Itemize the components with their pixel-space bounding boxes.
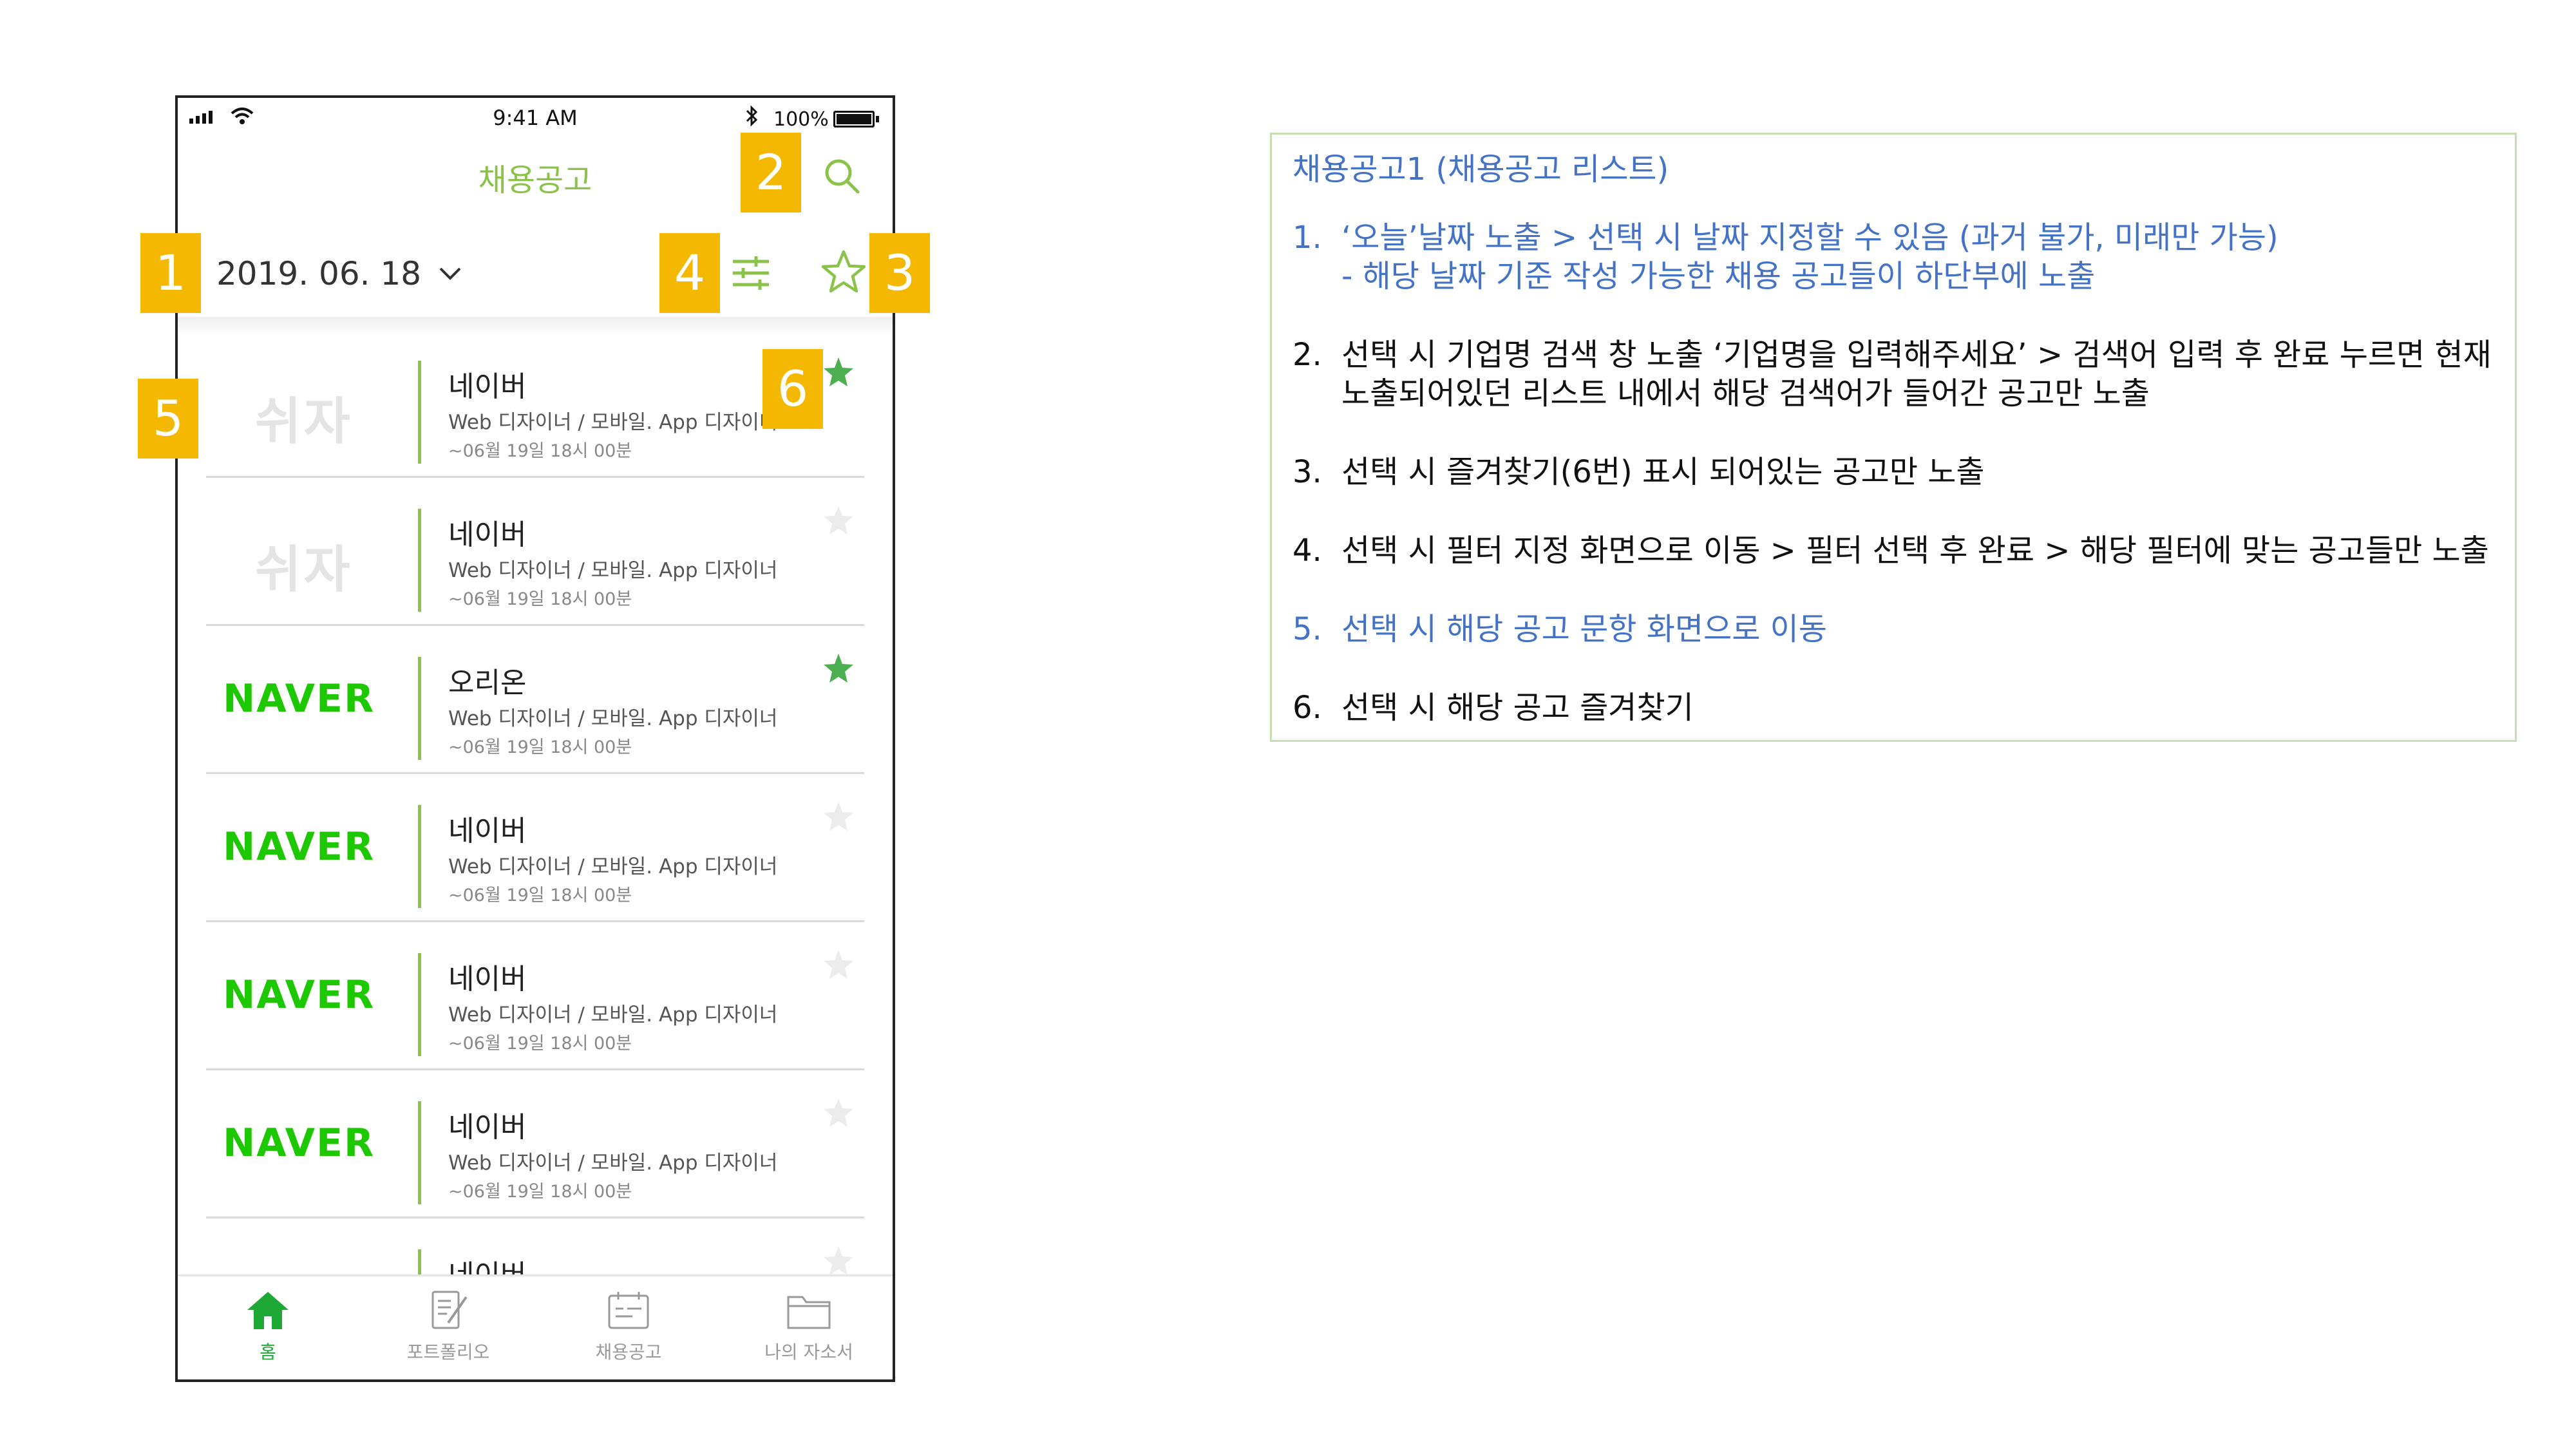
home-icon bbox=[247, 1292, 289, 1329]
item-line: 노출되어있던 리스트 내에서 해당 검색어가 들어간 공고만 노출 bbox=[1341, 375, 2150, 412]
company-name: 네이버 bbox=[448, 815, 527, 848]
item-number: 4. bbox=[1293, 533, 1322, 569]
job-row[interactable]: NAVER 오리온 Web 디자이너 / 모바일. App 디자이너 ~06월 … bbox=[178, 626, 893, 774]
filter-icon[interactable] bbox=[730, 252, 772, 294]
row-accent-bar bbox=[418, 805, 421, 908]
chevron-down-icon bbox=[439, 267, 461, 280]
job-position: Web 디자이너 / 모바일. App 디자이너 bbox=[448, 855, 778, 878]
star-empty-icon[interactable] bbox=[822, 1096, 855, 1130]
star-empty-icon[interactable] bbox=[822, 948, 855, 981]
item-line: - 해당 날짜 기준 작성 가능한 채용 공고들이 하단부에 노출 bbox=[1341, 258, 2096, 294]
job-deadline: ~06월 19일 18시 00분 bbox=[448, 1182, 632, 1202]
item-line: 선택 시 기업명 검색 창 노출 ‘기업명을 입력해주세요’ > 검색어 입력 … bbox=[1341, 337, 2492, 373]
job-row[interactable]: NAVER 네이버 Web 디자이너 / 모바일. App 디자이너 ~06월 … bbox=[178, 774, 893, 922]
callout-2: 2 bbox=[741, 133, 801, 213]
job-position: Web 디자이너 / 모바일. App 디자이너 bbox=[448, 411, 778, 434]
company-logo: 쉬자 bbox=[255, 393, 353, 451]
job-deadline: ~06월 19일 18시 00분 bbox=[448, 1034, 632, 1054]
date-picker[interactable]: 2019. 06. 18 bbox=[216, 251, 462, 296]
callout-6: 6 bbox=[762, 349, 823, 429]
job-list: 쉬자 네이버 Web 디자이너 / 모바일. App 디자이너 ~06월 19일… bbox=[178, 330, 893, 1367]
tab-label: 나의 자소서 bbox=[764, 1341, 853, 1363]
row-accent-bar bbox=[418, 1101, 421, 1204]
tab-home[interactable]: 홈 bbox=[204, 1288, 332, 1364]
item-line: 선택 시 해당 공고 문항 화면으로 이동 bbox=[1341, 611, 1827, 647]
item-line: ‘오늘’날짜 노출 > 선택 시 날짜 지정할 수 있음 (과거 불가, 미래만… bbox=[1341, 220, 2278, 256]
date-text: 2019. 06. 18 bbox=[216, 255, 422, 292]
row-accent-bar bbox=[418, 509, 421, 612]
item-line: 선택 시 즐겨찾기(6번) 표시 되어있는 공고만 노출 bbox=[1341, 454, 1985, 490]
row-accent-bar bbox=[418, 361, 421, 464]
row-accent-bar bbox=[418, 953, 421, 1056]
portfolio-icon bbox=[431, 1291, 468, 1329]
battery-icon bbox=[833, 111, 875, 128]
company-logo: NAVER bbox=[223, 676, 375, 721]
job-deadline: ~06월 19일 18시 00분 bbox=[448, 886, 632, 905]
star-filled-icon[interactable] bbox=[822, 355, 855, 389]
battery-percent: 100% bbox=[773, 108, 829, 131]
item-number: 6. bbox=[1293, 690, 1322, 726]
item-number: 2. bbox=[1293, 337, 1322, 373]
job-row[interactable]: NAVER 네이버 Web 디자이너 / 모바일. App 디자이너 ~06월 … bbox=[178, 922, 893, 1070]
job-position: Web 디자이너 / 모바일. App 디자이너 bbox=[448, 1003, 778, 1027]
tab-jobs[interactable]: 채용공고 bbox=[564, 1288, 693, 1364]
company-logo: NAVER bbox=[223, 1121, 375, 1166]
star-empty-icon[interactable] bbox=[822, 1244, 855, 1278]
battery-cap bbox=[876, 116, 879, 122]
item-number: 1. bbox=[1293, 220, 1322, 256]
callout-5: 5 bbox=[138, 379, 198, 459]
tab-label: 포트폴리오 bbox=[406, 1341, 490, 1363]
phone-mockup: 9:41 AM 100% 채용공고 2019. 06. 18 쉬자 네이버 We… bbox=[175, 95, 895, 1382]
search-icon[interactable] bbox=[823, 157, 860, 194]
callout-4: 4 bbox=[659, 233, 720, 313]
folder-icon bbox=[787, 1296, 831, 1329]
bottom-tab-bar: 홈 포트폴리오 채용공고 나의 자소서 bbox=[178, 1274, 893, 1379]
job-deadline: ~06월 19일 18시 00분 bbox=[448, 589, 632, 609]
job-position: Web 디자이너 / 모바일. App 디자이너 bbox=[448, 707, 778, 730]
company-logo: NAVER bbox=[223, 972, 375, 1018]
job-position: Web 디자이너 / 모바일. App 디자이너 bbox=[448, 1151, 778, 1175]
item-line: 선택 시 필터 지정 화면으로 이동 > 필터 선택 후 완료 > 해당 필터에… bbox=[1341, 533, 2489, 569]
star-empty-icon[interactable] bbox=[822, 800, 855, 833]
row-accent-bar bbox=[418, 657, 421, 760]
item-line: 선택 시 해당 공고 즐겨찾기 bbox=[1341, 690, 1694, 726]
company-logo: NAVER bbox=[223, 824, 375, 869]
job-deadline: ~06월 19일 18시 00분 bbox=[448, 441, 632, 461]
job-position: Web 디자이너 / 모바일. App 디자이너 bbox=[448, 559, 778, 582]
favorites-filter-star-icon[interactable] bbox=[820, 249, 867, 295]
star-empty-icon[interactable] bbox=[822, 504, 855, 537]
tab-portfolio[interactable]: 포트폴리오 bbox=[384, 1288, 513, 1364]
tab-label: 홈 bbox=[260, 1341, 276, 1363]
calendar-icon bbox=[608, 1292, 649, 1329]
callout-3: 3 bbox=[869, 233, 930, 313]
job-row[interactable]: NAVER 네이버 Web 디자이너 / 모바일. App 디자이너 ~06월 … bbox=[178, 1070, 893, 1218]
tab-my-letter[interactable]: 나의 자소서 bbox=[744, 1288, 873, 1364]
company-name: 네이버 bbox=[448, 963, 527, 996]
description-panel: 채용공고1 (채용공고 리스트) 1. ‘오늘’날짜 노출 > 선택 시 날짜 … bbox=[1270, 133, 2517, 742]
description-title: 채용공고1 (채용공고 리스트) bbox=[1293, 151, 1669, 187]
company-logo: 쉬자 bbox=[255, 541, 353, 599]
company-name: 네이버 bbox=[448, 518, 527, 551]
tab-label: 채용공고 bbox=[595, 1341, 662, 1363]
callout-1: 1 bbox=[140, 233, 201, 313]
company-name: 네이버 bbox=[448, 1111, 527, 1144]
item-number: 3. bbox=[1293, 454, 1322, 490]
company-name: 오리온 bbox=[448, 667, 527, 699]
bluetooth-icon bbox=[744, 104, 760, 133]
item-number: 5. bbox=[1293, 611, 1322, 647]
job-deadline: ~06월 19일 18시 00분 bbox=[448, 737, 632, 757]
company-name: 네이버 bbox=[448, 370, 527, 403]
job-row[interactable]: 쉬자 네이버 Web 디자이너 / 모바일. App 디자이너 ~06월 19일… bbox=[178, 478, 893, 626]
star-filled-icon[interactable] bbox=[822, 652, 855, 685]
